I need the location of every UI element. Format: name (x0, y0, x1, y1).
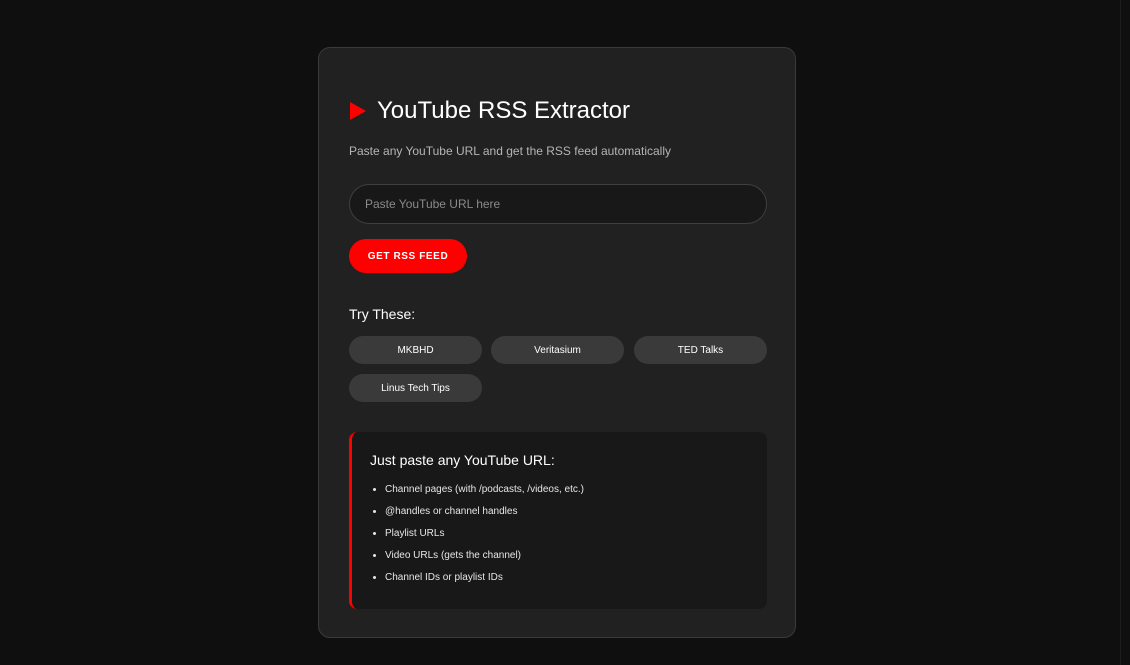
extractor-card: YouTube RSS Extractor Paste any YouTube … (318, 47, 796, 638)
list-item: Channel pages (with /podcasts, /videos, … (385, 482, 584, 504)
play-icon (350, 102, 366, 120)
youtube-url-input[interactable] (349, 184, 767, 224)
list-item: Channel IDs or playlist IDs (385, 570, 584, 592)
example-chip-ted-talks[interactable]: TED Talks (634, 336, 767, 364)
supported-urls-list: Channel pages (with /podcasts, /videos, … (370, 482, 584, 592)
page-subtitle: Paste any YouTube URL and get the RSS fe… (349, 144, 671, 158)
get-rss-feed-button[interactable]: GET RSS FEED (349, 239, 467, 273)
info-title: Just paste any YouTube URL: (370, 452, 555, 468)
list-item: Video URLs (gets the channel) (385, 548, 584, 570)
page-title: YouTube RSS Extractor (377, 97, 631, 124)
examples-heading: Try These: (349, 306, 416, 322)
supported-urls-info-box: Just paste any YouTube URL: Channel page… (349, 432, 767, 609)
example-chip-veritasium[interactable]: Veritasium (491, 336, 624, 364)
list-item: @handles or channel handles (385, 504, 584, 526)
list-item: Playlist URLs (385, 526, 584, 548)
window-edge-divider (1120, 0, 1121, 665)
title-row: YouTube RSS Extractor (349, 96, 630, 126)
example-chip-mkbhd[interactable]: MKBHD (349, 336, 482, 364)
example-chip-linus-tech-tips[interactable]: Linus Tech Tips (349, 374, 482, 402)
